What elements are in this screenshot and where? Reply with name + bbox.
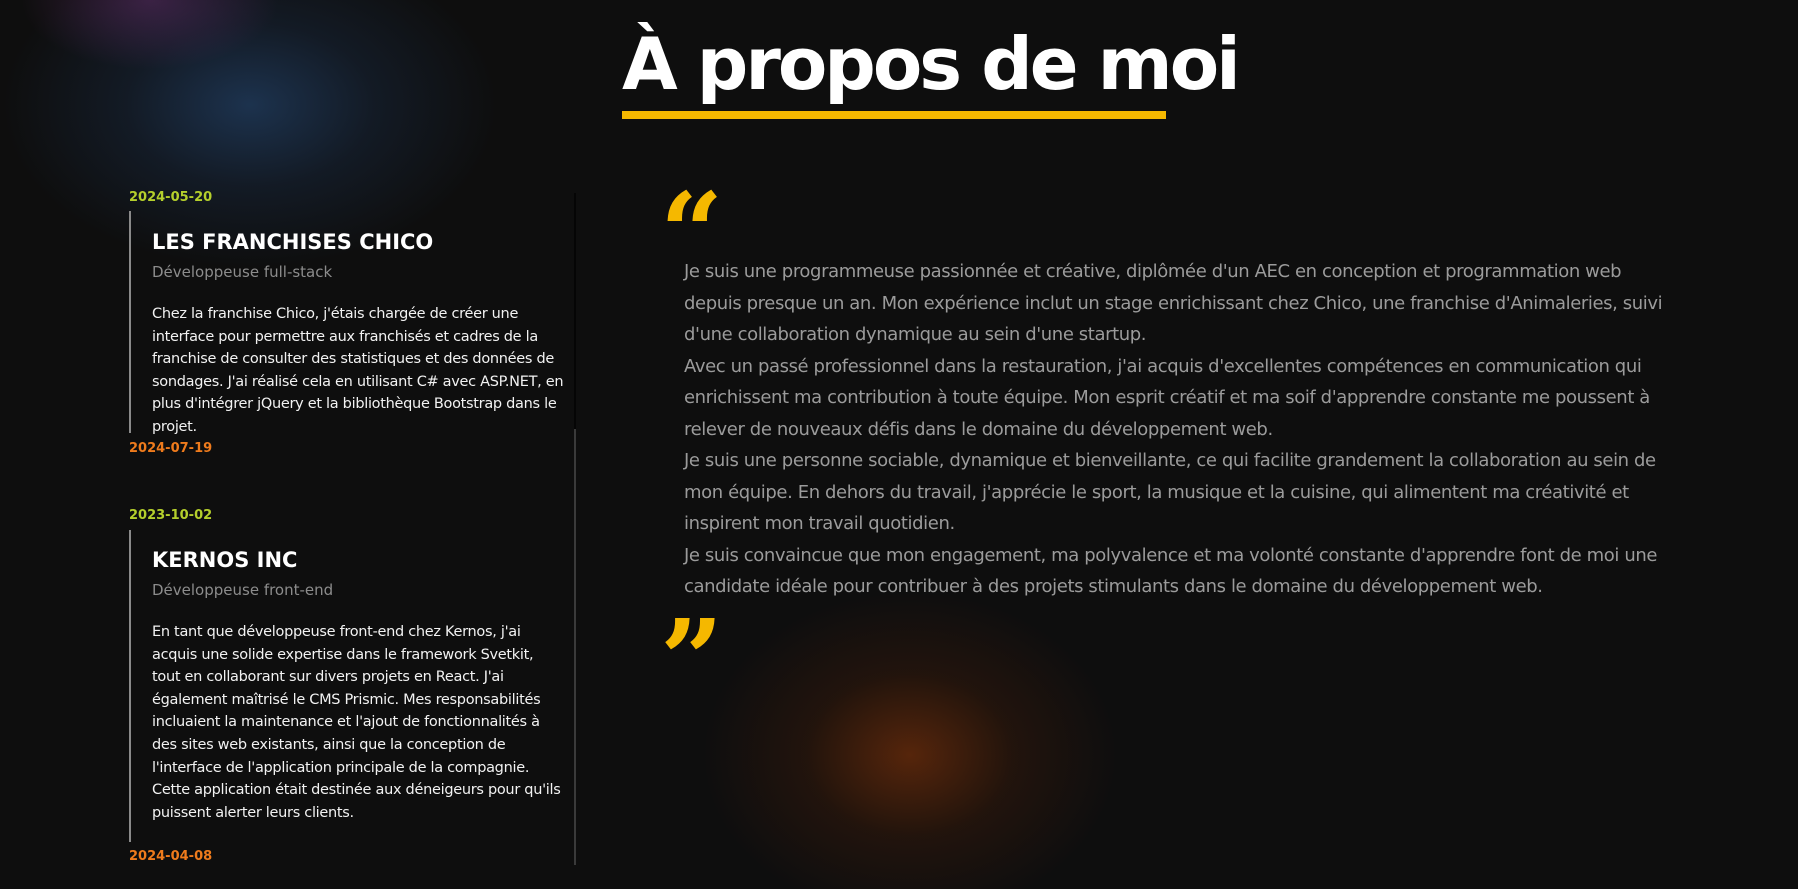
about-text: Je suis une programmeuse passionnée et c… bbox=[684, 256, 1664, 603]
experience-role: Développeuse front-end bbox=[152, 581, 334, 599]
timeline-divider-top bbox=[574, 193, 576, 429]
title-underline bbox=[622, 111, 1166, 119]
close-quote-icon: ” bbox=[660, 595, 724, 724]
experience-description: Chez la franchise Chico, j'étais chargée… bbox=[152, 306, 564, 435]
about-section: À propos de moi 2024-05-20 LES FRANCHISE… bbox=[0, 0, 1798, 889]
experience-bar bbox=[129, 211, 131, 433]
experience-description: En tant que développeuse front-end chez … bbox=[152, 624, 561, 821]
about-paragraph: Avec un passé professionnel dans la rest… bbox=[684, 355, 1650, 440]
about-paragraph: Je suis une personne sociable, dynamique… bbox=[684, 450, 1656, 534]
experience-role: Développeuse full-stack bbox=[152, 263, 333, 281]
experience-start-date: 2024-05-20 bbox=[129, 190, 213, 205]
experience-company: LES FRANCHISES CHICO bbox=[152, 230, 434, 254]
experience-end-date: 2024-04-08 bbox=[129, 849, 213, 864]
background-glow-purple bbox=[20, 0, 280, 70]
background-glow-orange bbox=[700, 590, 1120, 889]
experience-end-date: 2024-07-19 bbox=[129, 441, 213, 456]
experience-bar bbox=[129, 530, 131, 842]
page-title: À propos de moi bbox=[622, 22, 1241, 106]
about-paragraph: Je suis une programmeuse passionnée et c… bbox=[684, 261, 1663, 345]
experience-company: KERNOS INC bbox=[152, 548, 298, 572]
about-paragraph: Je suis convaincue que mon engagement, m… bbox=[684, 544, 1658, 598]
experience-start-date: 2023-10-02 bbox=[129, 508, 213, 523]
